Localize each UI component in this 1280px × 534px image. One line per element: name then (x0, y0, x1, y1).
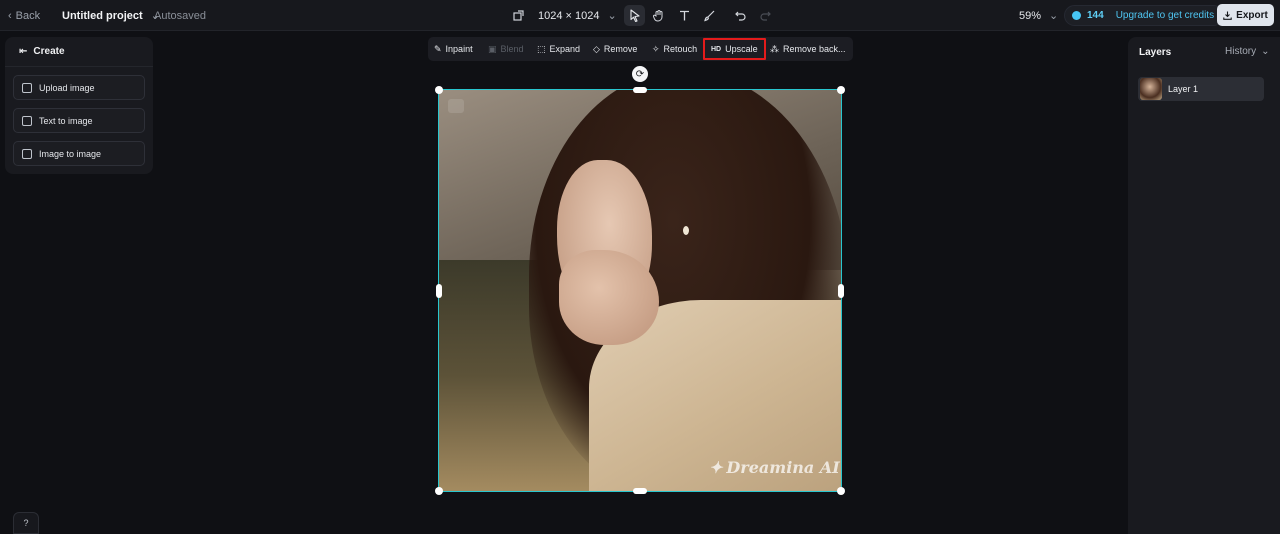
chevron-down-icon: ⌄ (1049, 10, 1059, 22)
help-button[interactable]: ? (13, 512, 39, 534)
resize-handle-bottom-left[interactable] (435, 487, 443, 495)
undo-icon (735, 11, 746, 21)
top-bar: ‹ Back Untitled project ⌄ Autosaved 1024… (0, 0, 1280, 31)
eraser-icon: ◇ (593, 43, 600, 54)
collapse-arrow-icon: ⇤ (19, 46, 28, 57)
edit-toolbar: ✎ Inpaint ▣ Blend ⬚ Expand ◇ Remove ✧ Re… (428, 37, 853, 61)
hand-tool-button[interactable] (648, 5, 669, 26)
chevron-down-icon: ⌄ (1261, 46, 1270, 57)
layer-thumbnail (1140, 78, 1162, 100)
create-panel-title: Create (33, 46, 65, 57)
upgrade-link[interactable]: Upgrade to get credits (1116, 10, 1214, 21)
retouch-button[interactable]: ✧ Retouch (652, 37, 697, 61)
resize-handle-right[interactable] (838, 284, 844, 298)
project-name-dropdown[interactable]: Untitled project ⌄ (62, 0, 160, 31)
redo-icon (760, 11, 771, 21)
back-button[interactable]: ‹ Back (8, 0, 40, 31)
hand-icon (652, 10, 663, 22)
cursor-icon (630, 9, 640, 22)
blend-icon: ▣ (488, 43, 497, 54)
layer-item[interactable]: Layer 1 (1138, 77, 1264, 101)
select-tool-button[interactable] (624, 5, 645, 26)
redo-button[interactable] (755, 5, 776, 26)
history-tab[interactable]: History ⌄ (1225, 46, 1270, 57)
expand-button[interactable]: ⬚ Expand (537, 37, 580, 61)
resize-handle-left[interactable] (436, 284, 442, 298)
layer-name: Layer 1 (1168, 84, 1199, 94)
image-stack-icon (22, 148, 32, 159)
create-panel-header[interactable]: ⇤ Create (5, 37, 153, 67)
upscale-highlight-box (703, 38, 766, 60)
chevron-left-icon: ‹ (8, 9, 12, 22)
remove-button[interactable]: ◇ Remove (593, 37, 637, 61)
project-name: Untitled project (62, 9, 143, 22)
resize-handle-top[interactable] (633, 87, 647, 93)
zoom-level: 59% (1019, 9, 1042, 22)
download-icon (1223, 11, 1232, 20)
credits-pill[interactable]: 144 Upgrade to get credits (1064, 5, 1225, 26)
remove-background-button[interactable]: ⁂ Remove back... (770, 37, 846, 61)
credit-coin-icon (1072, 11, 1081, 20)
text-tool-button[interactable] (674, 5, 695, 26)
selection-frame (438, 89, 842, 492)
layers-panel: Layers History ⌄ Layer 1 (1128, 37, 1280, 534)
question-icon: ? (23, 518, 29, 528)
inpaint-icon: ✎ (434, 43, 442, 54)
autosave-status: Autosaved (154, 9, 206, 22)
resize-handle-top-right[interactable] (837, 86, 845, 94)
resize-handle-bottom-right[interactable] (837, 487, 845, 495)
sparkle-icon: ✧ (652, 43, 660, 54)
canvas-size: 1024 × 1024 (538, 9, 600, 22)
text-to-image-button[interactable]: Text to image (13, 108, 145, 133)
upload-icon (22, 82, 32, 93)
undo-button[interactable] (730, 5, 751, 26)
layers-tab[interactable]: Layers (1139, 47, 1171, 58)
credit-count: 144 (1087, 10, 1104, 21)
resize-handle-bottom[interactable] (633, 488, 647, 494)
brush-icon (704, 10, 715, 22)
export-button[interactable]: Export (1217, 4, 1274, 26)
zoom-dropdown[interactable]: 59% ⌄ (1019, 0, 1058, 31)
rotate-icon: ⟳ (635, 68, 645, 80)
blend-button[interactable]: ▣ Blend (488, 37, 524, 61)
resize-handle-top-left[interactable] (435, 86, 443, 94)
remove-bg-icon: ⁂ (770, 43, 779, 54)
expand-icon: ⬚ (537, 43, 546, 54)
text-icon (680, 10, 689, 21)
create-panel: ⇤ Create Upload image Text to image Imag… (5, 37, 153, 174)
image-to-image-button[interactable]: Image to image (13, 141, 145, 166)
chevron-down-icon: ⌄ (607, 10, 617, 22)
inpaint-button[interactable]: ✎ Inpaint (434, 37, 473, 61)
brush-tool-button[interactable] (699, 5, 720, 26)
canvas-size-dropdown[interactable]: 1024 × 1024 ⌄ (538, 0, 617, 31)
resize-icon[interactable] (513, 0, 524, 31)
rotate-handle[interactable]: ⟳ (632, 66, 648, 82)
upload-image-button[interactable]: Upload image (13, 75, 145, 100)
text-image-icon (22, 115, 32, 126)
